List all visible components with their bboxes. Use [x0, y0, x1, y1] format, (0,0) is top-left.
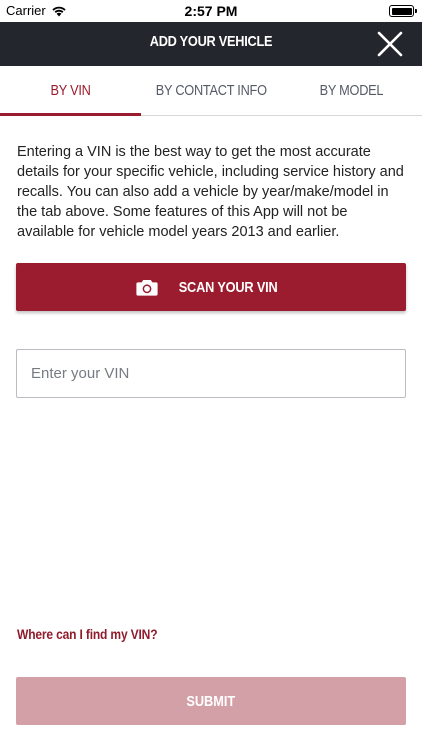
- tab-by-model[interactable]: BY MODEL: [281, 66, 422, 115]
- scan-vin-label: SCAN YOUR VIN: [178, 278, 278, 296]
- status-time: 2:57 PM: [184, 3, 238, 19]
- vin-input[interactable]: [16, 349, 406, 398]
- close-button[interactable]: [376, 30, 404, 58]
- status-bar: Carrier 2:57 PM: [0, 0, 422, 22]
- vin-description: Entering a VIN is the best way to get th…: [17, 144, 404, 240]
- tab-by-vin[interactable]: BY VIN: [0, 66, 141, 116]
- submit-label: SUBMIT: [186, 692, 236, 710]
- tab-label: BY CONTACT INFO: [155, 82, 267, 99]
- header-bar: ADD YOUR VEHICLE: [0, 22, 422, 66]
- page-title: ADD YOUR VEHICLE: [149, 33, 273, 50]
- find-vin-help-link[interactable]: Where can I find my VIN?: [17, 626, 158, 642]
- tab-label: BY VIN: [50, 82, 91, 99]
- battery-icon: [389, 5, 417, 17]
- close-icon: [377, 31, 403, 57]
- submit-button[interactable]: SUBMIT: [16, 677, 406, 725]
- camera-icon: [136, 279, 158, 296]
- tab-label: BY MODEL: [319, 82, 384, 99]
- tab-bar: BY VIN BY CONTACT INFO BY MODEL: [0, 66, 422, 116]
- tab-by-contact-info[interactable]: BY CONTACT INFO: [141, 66, 282, 115]
- scan-vin-button[interactable]: SCAN YOUR VIN: [16, 263, 406, 311]
